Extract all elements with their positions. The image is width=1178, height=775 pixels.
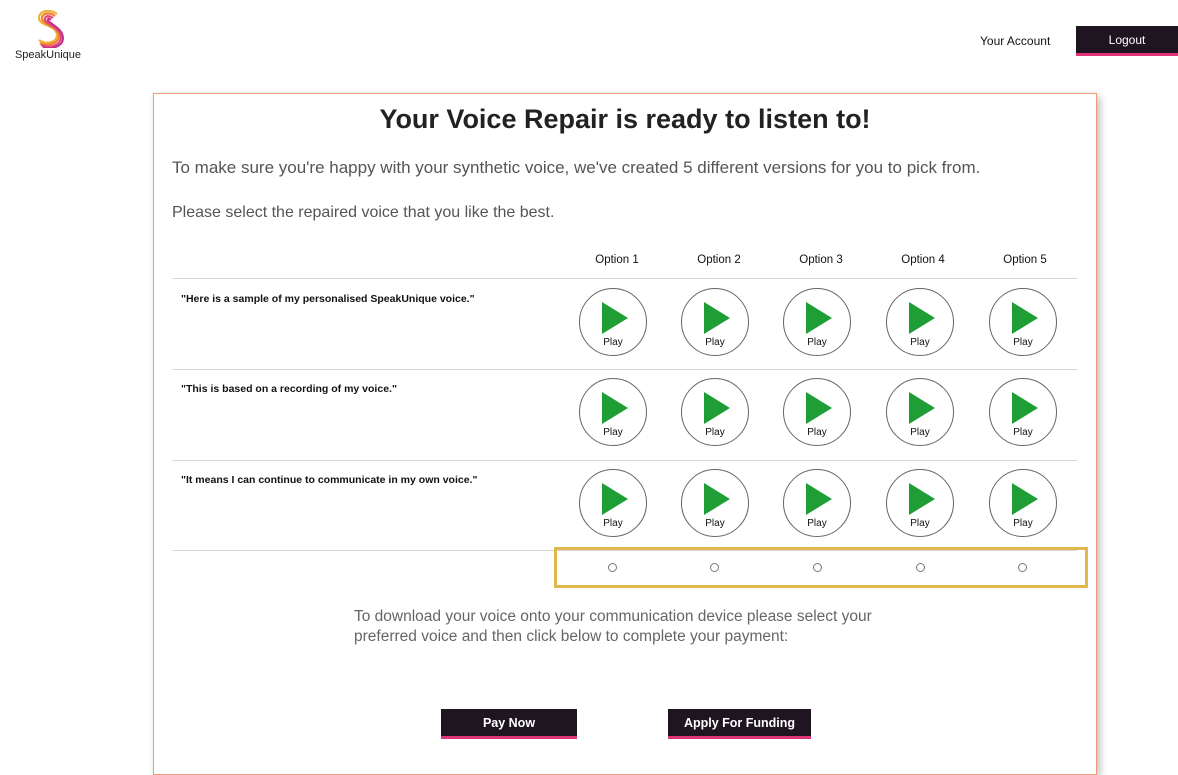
play-button[interactable]: Play [886,469,954,537]
play-button[interactable]: Play [886,288,954,356]
play-icon [602,302,628,334]
play-button[interactable]: Play [886,378,954,446]
play-button[interactable]: Play [783,288,851,356]
option-header: Option 1 [595,254,639,266]
pay-now-button[interactable]: Pay Now [441,709,577,739]
play-label: Play [705,337,725,348]
your-account-link[interactable]: Your Account [980,34,1050,48]
play-icon [806,483,832,515]
play-label: Play [1013,337,1033,348]
play-icon [704,483,730,515]
speakunique-logo[interactable]: SpeakUnique [8,8,88,61]
divider [172,460,1077,461]
play-label: Play [603,337,623,348]
speakunique-s-logo-icon [37,9,65,48]
play-button[interactable]: Play [681,288,749,356]
play-label: Play [603,427,623,438]
option-1-radio[interactable] [608,563,617,572]
play-label: Play [807,427,827,438]
play-icon [806,302,832,334]
play-label: Play [807,518,827,529]
play-button[interactable]: Play [579,469,647,537]
play-icon [909,392,935,424]
voice-repair-card: Your Voice Repair is ready to listen to!… [153,93,1097,775]
option-header: Option 2 [697,254,741,266]
play-label: Play [705,518,725,529]
play-label: Play [910,337,930,348]
play-icon [909,302,935,334]
logout-button[interactable]: Logout [1076,26,1178,56]
option-3-radio[interactable] [813,563,822,572]
sample-phrase: "It means I can continue to communicate … [181,474,478,486]
play-label: Play [910,427,930,438]
sample-phrase: "Here is a sample of my personalised Spe… [181,293,475,305]
divider [172,278,1077,279]
download-instructions: To download your voice onto your communi… [354,608,872,645]
page-title: Your Voice Repair is ready to listen to! [379,104,871,134]
play-button[interactable]: Play [579,378,647,446]
play-button[interactable]: Play [783,378,851,446]
play-label: Play [705,427,725,438]
play-label: Play [1013,518,1033,529]
option-4-radio[interactable] [916,563,925,572]
play-button[interactable]: Play [783,469,851,537]
play-icon [602,392,628,424]
play-button[interactable]: Play [681,469,749,537]
play-icon [1012,392,1038,424]
play-icon [909,483,935,515]
play-icon [1012,483,1038,515]
option-5-radio[interactable] [1018,563,1027,572]
brand-name: SpeakUnique [14,49,82,61]
play-label: Play [603,518,623,529]
play-icon [704,302,730,334]
option-header: Option 3 [799,254,843,266]
instruction-text: Please select the repaired voice that yo… [172,204,555,221]
play-label: Play [910,518,930,529]
play-button[interactable]: Play [579,288,647,356]
play-button[interactable]: Play [989,469,1057,537]
play-button[interactable]: Play [681,378,749,446]
option-2-radio[interactable] [710,563,719,572]
play-icon [704,392,730,424]
option-header: Option 5 [1003,254,1047,266]
apply-for-funding-button[interactable]: Apply For Funding [668,709,811,739]
intro-text: To make sure you're happy with your synt… [172,158,981,177]
sample-phrase: "This is based on a recording of my voic… [181,383,397,395]
play-label: Play [807,337,827,348]
play-icon [602,483,628,515]
play-button[interactable]: Play [989,378,1057,446]
option-header: Option 4 [901,254,945,266]
play-label: Play [1013,427,1033,438]
divider [172,369,1077,370]
play-icon [806,392,832,424]
play-button[interactable]: Play [989,288,1057,356]
play-icon [1012,302,1038,334]
